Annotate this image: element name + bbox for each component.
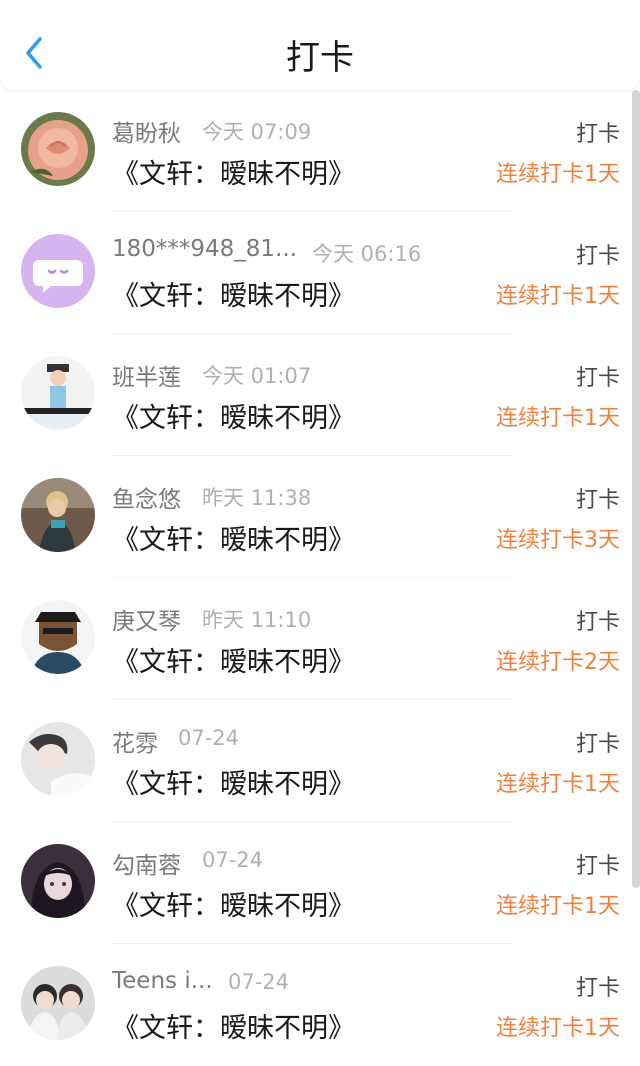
chat-bubble-icon [21,234,95,308]
user-name: 庚又琴 [112,609,181,635]
user-name: 180***948_81... [112,236,297,262]
checkin-time: 昨天 11:38 [202,486,312,510]
streak-label: 连续打卡1天 [496,406,620,431]
page-title: 打卡 [286,38,354,78]
checkin-label: 打卡 [575,366,620,391]
checkin-label: 打卡 [575,854,620,879]
book-title: 《文轩：暧昧不明》 [112,769,355,800]
streak-label: 连续打卡2天 [496,650,620,675]
avatar[interactable] [21,356,95,430]
checkin-time: 昨天 11:10 [202,608,312,632]
list-item[interactable]: 勾南蓉 07-24 《文轩：暧昧不明》 打卡 连续打卡1天 [0,822,632,944]
book-title: 《文轩：暧昧不明》 [112,525,355,556]
avatar[interactable] [21,478,95,552]
streak-label: 连续打卡1天 [496,162,620,187]
list-item[interactable]: 鱼念悠 昨天 11:38 《文轩：暧昧不明》 打卡 连续打卡3天 [0,456,632,578]
header-bar: 打卡 [0,0,640,90]
streak-label: 连续打卡1天 [496,284,620,309]
checkin-time: 07-24 [228,970,290,994]
list-item[interactable]: 庚又琴 昨天 11:10 《文轩：暧昧不明》 打卡 连续打卡2天 [0,578,632,700]
portrait-photo-icon [21,722,95,796]
checkin-time: 07-24 [178,726,240,750]
checkin-label: 打卡 [575,610,620,635]
book-title: 《文轩：暧昧不明》 [112,403,355,434]
checkin-time: 今天 07:09 [202,120,312,144]
checkin-time: 今天 01:07 [202,364,312,388]
book-title: 《文轩：暧昧不明》 [112,647,355,678]
list-item[interactable]: 花雰 07-24 《文轩：暧昧不明》 打卡 连续打卡1天 [0,700,632,822]
avatar[interactable] [21,844,95,918]
checkin-time: 今天 06:16 [312,242,422,266]
checkin-label: 打卡 [575,488,620,513]
avatar[interactable] [21,112,95,186]
streak-label: 连续打卡1天 [496,772,620,797]
streak-label: 连续打卡1天 [496,894,620,919]
checkin-list[interactable]: 葛盼秋 今天 07:09 《文轩：暧昧不明》 打卡 连续打卡1天 180***9… [0,90,632,1064]
rose-avatar-icon [21,112,95,186]
streak-label: 连续打卡1天 [496,1016,620,1041]
book-title: 《文轩：暧昧不明》 [112,1013,355,1044]
avatar[interactable] [21,966,95,1040]
user-name: 勾南蓉 [112,853,181,879]
person-photo-icon [21,478,95,552]
user-name: 葛盼秋 [112,121,181,147]
user-name: 鱼念悠 [112,487,181,513]
user-name: 班半莲 [112,365,181,391]
group-photo-icon [21,966,95,1040]
checkin-label: 打卡 [575,976,620,1001]
avatar[interactable] [21,234,95,308]
checkin-label: 打卡 [575,122,620,147]
cartoon-man-icon [21,600,95,674]
anime-girl-icon [21,844,95,918]
user-name: Teens i... [112,968,213,994]
book-title: 《文轩：暧昧不明》 [112,159,355,190]
streak-label: 连续打卡3天 [496,528,620,553]
user-name: 花雰 [112,731,158,757]
checkin-label: 打卡 [575,244,620,269]
avatar[interactable] [21,722,95,796]
checkin-time: 07-24 [202,848,264,872]
list-item[interactable]: 葛盼秋 今天 07:09 《文轩：暧昧不明》 打卡 连续打卡1天 [0,90,632,212]
cartoon-boy-icon [21,356,95,430]
list-item[interactable]: 班半莲 今天 01:07 《文轩：暧昧不明》 打卡 连续打卡1天 [0,334,632,456]
list-item[interactable]: 180***948_81... 今天 06:16 《文轩：暧昧不明》 打卡 连续… [0,212,632,334]
book-title: 《文轩：暧昧不明》 [112,281,355,312]
avatar[interactable] [21,600,95,674]
checkin-label: 打卡 [575,732,620,757]
book-title: 《文轩：暧昧不明》 [112,891,355,922]
list-item[interactable]: Teens i... 07-24 《文轩：暧昧不明》 打卡 连续打卡1天 [0,944,632,1066]
scrollbar[interactable] [632,90,640,888]
